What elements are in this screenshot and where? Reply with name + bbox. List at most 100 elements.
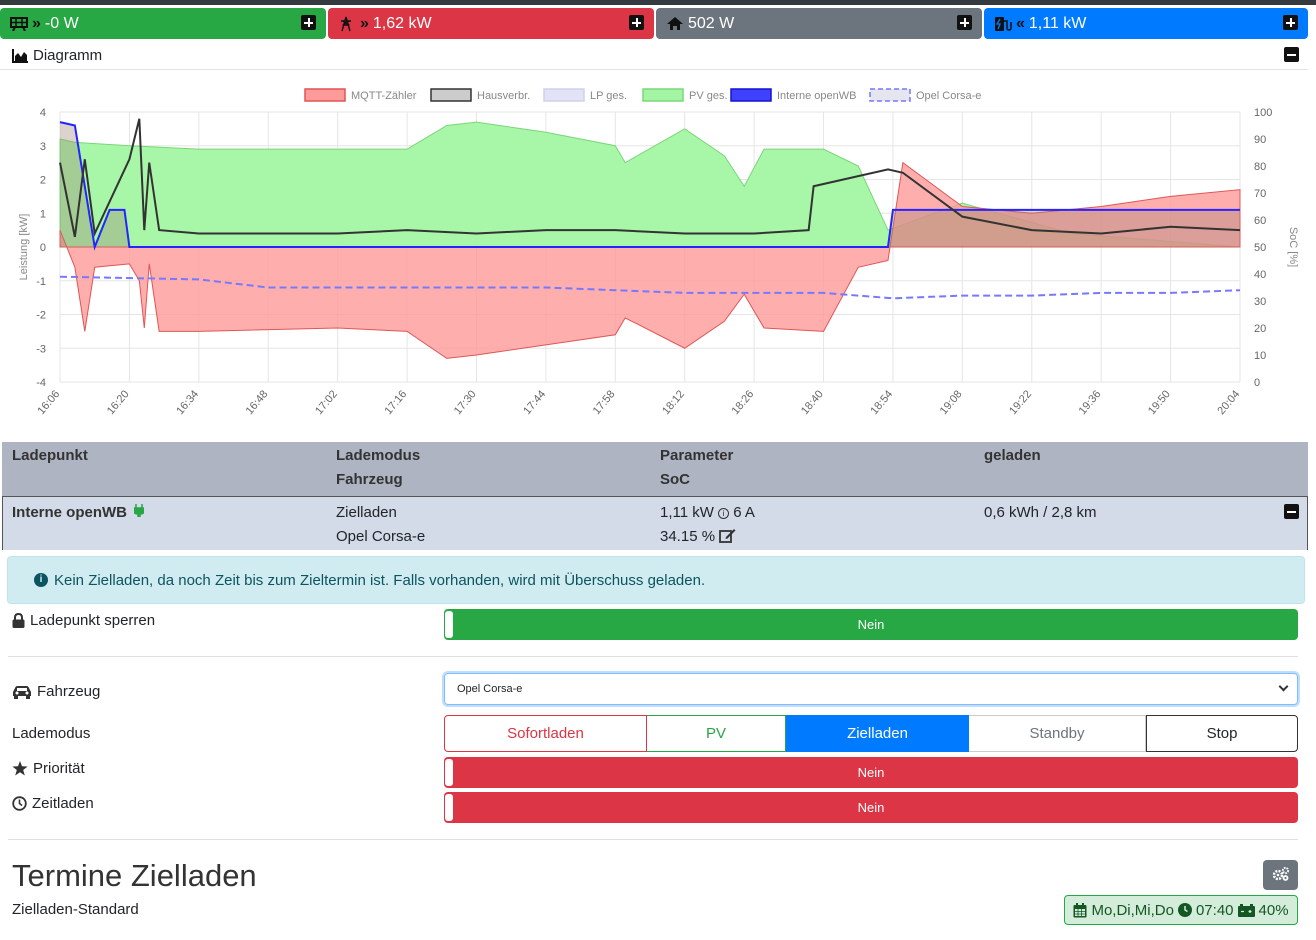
x-tick-label: 19:36: [1077, 388, 1104, 417]
expand-plus-icon[interactable]: [629, 15, 644, 30]
y2-tick-label: 10: [1254, 350, 1266, 362]
x-tick-label: 18:40: [799, 388, 826, 417]
mode-standby-button[interactable]: Standby: [969, 715, 1146, 752]
y2-tick-label: 40: [1254, 269, 1266, 281]
charge-mode-value: Zielladen: [336, 504, 397, 521]
legend-swatch: [430, 88, 472, 102]
x-tick-label: 19:22: [1007, 388, 1034, 417]
divider: [8, 839, 1298, 840]
y-tick-label: -4: [36, 377, 46, 389]
chart-series: [59, 118, 1241, 359]
info-circle-icon: i: [718, 507, 730, 519]
collapse-minus-icon[interactable]: [1284, 504, 1299, 519]
legend-label: MQTT-Zähler: [351, 90, 417, 102]
schedule-days: Mo,Di,Mi,Do: [1091, 901, 1174, 919]
schedule-soc: 40%: [1258, 901, 1289, 919]
y-tick-label: -1: [36, 276, 46, 288]
double-chevron-right-icon: »: [32, 14, 41, 32]
info-message: Kein Zielladen, da noch Zeit bis zum Zie…: [54, 571, 706, 589]
edit-icon[interactable]: [719, 528, 736, 543]
mode-stop-button[interactable]: Stop: [1146, 715, 1298, 752]
priority-value: Nein: [857, 765, 885, 780]
power-chart: MQTT-Zähler Hausverbr. LP ges. PV ges. Inter…: [18, 88, 1299, 417]
header-fahrzeug: Fahrzeug: [336, 471, 403, 488]
timer-toggle[interactable]: Nein: [444, 792, 1298, 823]
x-tick-label: 17:16: [382, 388, 409, 417]
plug-icon: [133, 504, 145, 518]
y2-tick-label: 80: [1254, 161, 1266, 173]
y-tick-label: 2: [40, 175, 46, 187]
status-house-value: 1,62 kW: [372, 14, 432, 32]
x-tick-label: 17:02: [313, 388, 340, 417]
divider: [8, 656, 1298, 657]
lock-row-label: Ladepunkt sperren: [12, 612, 155, 629]
collapse-minus-icon[interactable]: [1284, 47, 1299, 62]
timer-row-label: Zeitladen: [12, 795, 94, 812]
priority-toggle[interactable]: Nein: [444, 757, 1298, 788]
charge-point-name: Interne openWB: [12, 504, 127, 521]
legend-label: Hausverbr.: [477, 90, 530, 102]
status-charging[interactable]: « 1,11 kW: [984, 8, 1308, 39]
mode-label: Lademodus: [12, 725, 91, 742]
charging-station-icon: [995, 16, 1012, 31]
calendar-icon: [1073, 902, 1087, 917]
charged-value: 0,6 kWh / 2,8 km: [984, 504, 1097, 521]
expand-plus-icon[interactable]: [957, 15, 972, 30]
x-tick-label: 19:08: [938, 388, 965, 417]
y2-tick-label: 100: [1254, 107, 1272, 119]
y2-tick-label: 30: [1254, 296, 1266, 308]
charge-point-table-header: Ladepunkt Lademodus Fahrzeug Parameter S…: [2, 442, 1308, 496]
power-value: 1,11 kW: [660, 504, 714, 521]
star-icon: [12, 761, 28, 776]
lock-label: Ladepunkt sperren: [30, 612, 156, 629]
priority-row-label: Priorität: [12, 760, 85, 777]
mode-zielladen-button[interactable]: Zielladen: [786, 715, 969, 752]
priority-label: Priorität: [33, 760, 85, 777]
x-tick-label: 17:44: [521, 388, 548, 417]
x-tick-label: 18:54: [868, 388, 895, 417]
y2-tick-label: 0: [1254, 377, 1260, 389]
x-tick-label: 18:12: [660, 388, 687, 417]
x-tick-label: 16:48: [244, 388, 271, 417]
y-tick-label: -3: [36, 343, 46, 355]
info-alert: i Kein Zielladen, da noch Zeit bis zum Z…: [7, 556, 1305, 604]
status-grid[interactable]: » -0 W: [0, 8, 326, 39]
y2-tick-label: 90: [1254, 134, 1266, 146]
lock-toggle[interactable]: Nein: [444, 609, 1298, 640]
legend-label: Interne openWB: [777, 90, 857, 102]
header-ladepunkt: Ladepunkt: [12, 447, 88, 464]
legend-swatch: [730, 88, 772, 102]
y-tick-label: 0: [40, 242, 46, 254]
vehicle-select[interactable]: Opel Corsa-e: [444, 673, 1298, 705]
mode-pv-button[interactable]: PV: [647, 715, 786, 752]
vehicle-row-label: Fahrzeug: [12, 683, 100, 700]
car-icon: [13, 685, 31, 699]
legend-swatch: [304, 88, 346, 102]
legend-swatch: [543, 88, 585, 102]
schedule-badge[interactable]: Mo,Di,Mi,Do 07:40 40%: [1064, 895, 1298, 925]
info-icon: i: [34, 573, 48, 587]
y2-tick-label: 20: [1254, 323, 1266, 335]
double-chevron-right-icon: »: [360, 14, 369, 32]
mode-sofortladen-button[interactable]: Sofortladen: [444, 715, 647, 752]
charge-point-row[interactable]: Interne openWB Zielladen Opel Corsa-e 1,…: [2, 496, 1308, 550]
legend-swatch: [869, 88, 911, 102]
y-tick-label: 3: [40, 141, 46, 153]
expand-plus-icon[interactable]: [301, 15, 316, 30]
diagram-header[interactable]: Diagramm: [0, 42, 1308, 70]
y-tick-label: 1: [40, 208, 46, 220]
y-tick-label: 4: [40, 107, 46, 119]
status-home[interactable]: 502 W: [656, 8, 982, 39]
expand-plus-icon[interactable]: [1283, 15, 1298, 30]
termine-name: Zielladen-Standard: [12, 901, 139, 918]
status-home-value: 502 W: [688, 14, 735, 32]
chart-legend: MQTT-Zähler Hausverbr. LP ges. PV ges. Inter…: [304, 88, 981, 102]
x-tick-label: 16:20: [105, 388, 132, 417]
status-house-consumption[interactable]: » 1,62 kW: [328, 8, 654, 39]
x-tick-label: 20:04: [1215, 388, 1242, 417]
x-tick-label: 16:34: [174, 388, 201, 417]
status-charging-value: 1,11 kW: [1028, 14, 1087, 32]
battery-icon: [1237, 903, 1255, 917]
power-pylon-icon: [341, 16, 351, 31]
settings-gear-button[interactable]: [1263, 860, 1298, 890]
